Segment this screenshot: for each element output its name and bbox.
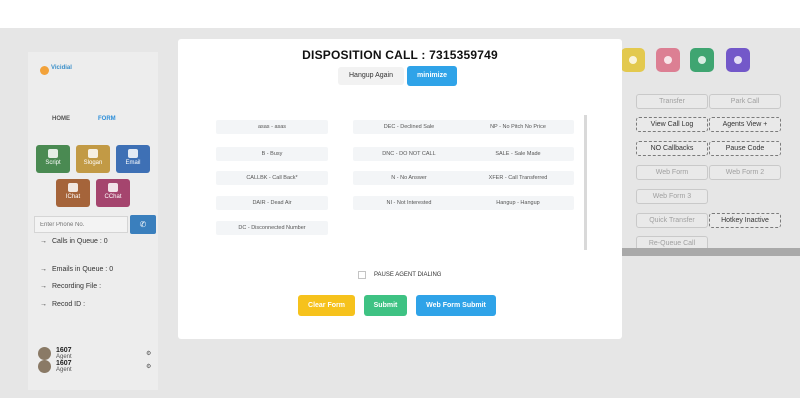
arrow-right-icon: → <box>40 238 47 245</box>
agent-name: 1607 <box>56 347 72 354</box>
ichat-label: IChat <box>65 194 81 200</box>
disposition-option[interactable]: XFER - Call Transferred <box>462 171 574 185</box>
logo-text: Vicidial <box>51 65 72 71</box>
recording-file: → Recording File : <box>40 283 101 290</box>
phone-icon: ✆ <box>139 220 147 229</box>
recording-file-label: Recording File : <box>52 283 102 290</box>
settings-icon[interactable] <box>621 48 645 72</box>
tab-form[interactable]: FORM <box>98 116 116 122</box>
disposition-option[interactable]: DEC - Declined Sale <box>353 120 465 134</box>
pause-checkbox[interactable] <box>358 271 366 279</box>
agent-entry: 1607 Agent ⚙ <box>38 347 158 361</box>
disposition-option[interactable]: CALLBK - Call Back* <box>216 171 328 185</box>
avatar <box>38 347 51 360</box>
minimize-button[interactable]: minimize <box>407 66 457 86</box>
calls-in-queue-label: Calls in Queue : 0 <box>52 238 108 245</box>
cchat-button[interactable]: CChat <box>96 179 130 207</box>
disposition-option[interactable]: DAIR - Dead Air <box>216 196 328 210</box>
disposition-option[interactable]: DNC - DO NOT CALL <box>353 147 465 161</box>
ichat-button[interactable]: IChat <box>56 179 90 207</box>
disposition-option[interactable]: B - Busy <box>216 147 328 161</box>
record-id-label: Recod ID : <box>52 301 86 308</box>
transfer-button[interactable]: Transfer <box>636 94 708 109</box>
record-id: → Recod ID : <box>40 301 85 308</box>
web-form-2-button[interactable]: Web Form 2 <box>709 165 781 180</box>
no-callbacks-button[interactable]: NO Callbacks <box>636 141 708 156</box>
top-bar <box>0 0 800 28</box>
disposition-option[interactable]: N - No Answer <box>353 171 465 185</box>
disposition-modal: DISPOSITION CALL : 7315359749 Hangup Aga… <box>178 39 622 339</box>
tab-home[interactable]: HOME <box>52 116 70 122</box>
emails-in-queue-label: Emails in Queue : 0 <box>52 266 114 273</box>
disposition-list: asas - asas DEC - Declined Sale NP - No … <box>216 111 586 256</box>
clear-form-button[interactable]: Clear Form <box>298 295 355 316</box>
web-form-button[interactable]: Web Form <box>636 165 708 180</box>
status-icon: ⚙ <box>146 364 152 370</box>
avatar <box>38 360 51 373</box>
script-icon <box>48 149 58 158</box>
disposition-scrollbar[interactable] <box>584 115 587 250</box>
agent-name: 1607 <box>56 360 72 367</box>
calls-in-queue: → Calls in Queue : 0 <box>40 238 108 245</box>
script-label: Script <box>45 160 61 166</box>
web-form-submit-button[interactable]: Web Form Submit <box>416 295 496 316</box>
record-icon[interactable] <box>690 48 714 72</box>
arrow-right-icon: → <box>40 266 47 273</box>
phone-icon[interactable] <box>726 48 750 72</box>
arrow-right-icon: → <box>40 301 47 308</box>
icon-glyph <box>698 56 706 64</box>
submit-button[interactable]: Submit <box>364 295 407 316</box>
status-icon: ⚙ <box>146 351 152 357</box>
icon-glyph <box>734 56 742 64</box>
hangup-again-button[interactable]: Hangup Again <box>338 67 404 85</box>
modal-title: DISPOSITION CALL : 7315359749 <box>302 48 498 62</box>
disposition-option[interactable]: asas - asas <box>216 120 328 134</box>
logo-mark <box>40 66 49 75</box>
icon-glyph <box>629 56 637 64</box>
email-label: Email <box>125 160 141 166</box>
dial-button[interactable]: ✆ <box>130 215 156 234</box>
hotkey-inactive-button[interactable]: Hotkey Inactive <box>709 213 781 228</box>
slogan-label: Slogan <box>83 160 103 166</box>
disposition-option[interactable]: DC - Disconnected Number <box>216 221 328 235</box>
script-button[interactable]: Script <box>36 145 70 173</box>
emails-in-queue: → Emails in Queue : 0 <box>40 266 113 273</box>
agent-entry: 1607 Agent ⚙ <box>38 360 158 374</box>
email-icon <box>128 149 138 158</box>
pause-label: PAUSE AGENT DIALING <box>374 272 442 278</box>
icon-glyph <box>664 56 672 64</box>
disposition-option[interactable]: NI - Not Interested <box>353 196 465 210</box>
quick-transfer-button[interactable]: Quick Transfer <box>636 213 708 228</box>
web-form-3-button[interactable]: Web Form 3 <box>636 189 708 204</box>
logo: Vicidial <box>40 64 80 78</box>
slogan-button[interactable]: Slogan <box>76 145 110 173</box>
hangup-icon[interactable] <box>656 48 680 72</box>
phone-input[interactable] <box>34 216 128 233</box>
disposition-option[interactable]: NP - No Pitch No Price <box>462 120 574 134</box>
slogan-icon <box>88 149 98 158</box>
agents-view-button[interactable]: Agents View + <box>709 117 781 132</box>
view-call-log-button[interactable]: View Call Log <box>636 117 708 132</box>
cchat-label: CChat <box>104 194 122 200</box>
agent-role: Agent <box>56 367 72 373</box>
email-button[interactable]: Email <box>116 145 150 173</box>
disposition-option[interactable]: Hangup - Hangup <box>462 196 574 210</box>
chat-icon <box>68 183 78 192</box>
pause-code-button[interactable]: Pause Code <box>709 141 781 156</box>
park-call-button[interactable]: Park Call <box>709 94 781 109</box>
customer-chat-icon <box>108 183 118 192</box>
arrow-right-icon: → <box>40 283 47 290</box>
disposition-option[interactable]: SALE - Sale Made <box>462 147 574 161</box>
